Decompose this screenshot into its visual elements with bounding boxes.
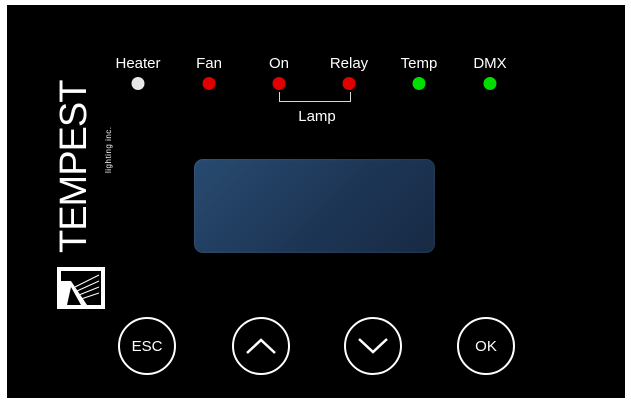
dmx-led <box>483 77 497 90</box>
dmx-label: DMX <box>473 55 507 72</box>
ok-button-label: OK <box>475 337 497 355</box>
esc-button-label: ESC <box>131 337 163 355</box>
tempest-logo-icon <box>57 267 105 314</box>
fan-led <box>202 77 216 90</box>
brand-name: TEMPEST <box>53 80 95 253</box>
esc-button[interactable]: ESC <box>118 317 176 375</box>
fan-label: Fan <box>196 55 222 72</box>
heater-label: Heater <box>115 55 161 72</box>
lamp-relay-led <box>342 77 356 90</box>
heater-led <box>131 77 145 90</box>
lamp-bracket <box>279 92 351 102</box>
down-button[interactable] <box>344 317 402 375</box>
chevron-down-icon <box>356 336 390 356</box>
temp-label: Temp <box>400 55 438 72</box>
on-label: On <box>268 55 290 72</box>
ok-button[interactable]: OK <box>457 317 515 375</box>
temp-led <box>412 77 426 90</box>
control-panel: Heater Fan On Relay Temp DMX Lamp TEMPES… <box>7 5 625 398</box>
brand-subtitle: lighting inc. <box>104 126 113 173</box>
lamp-on-led <box>272 77 286 90</box>
up-button[interactable] <box>232 317 290 375</box>
lcd-display <box>194 159 435 253</box>
chevron-up-icon <box>244 336 278 356</box>
lamp-group-label: Lamp <box>298 108 336 125</box>
relay-label: Relay <box>329 55 369 72</box>
